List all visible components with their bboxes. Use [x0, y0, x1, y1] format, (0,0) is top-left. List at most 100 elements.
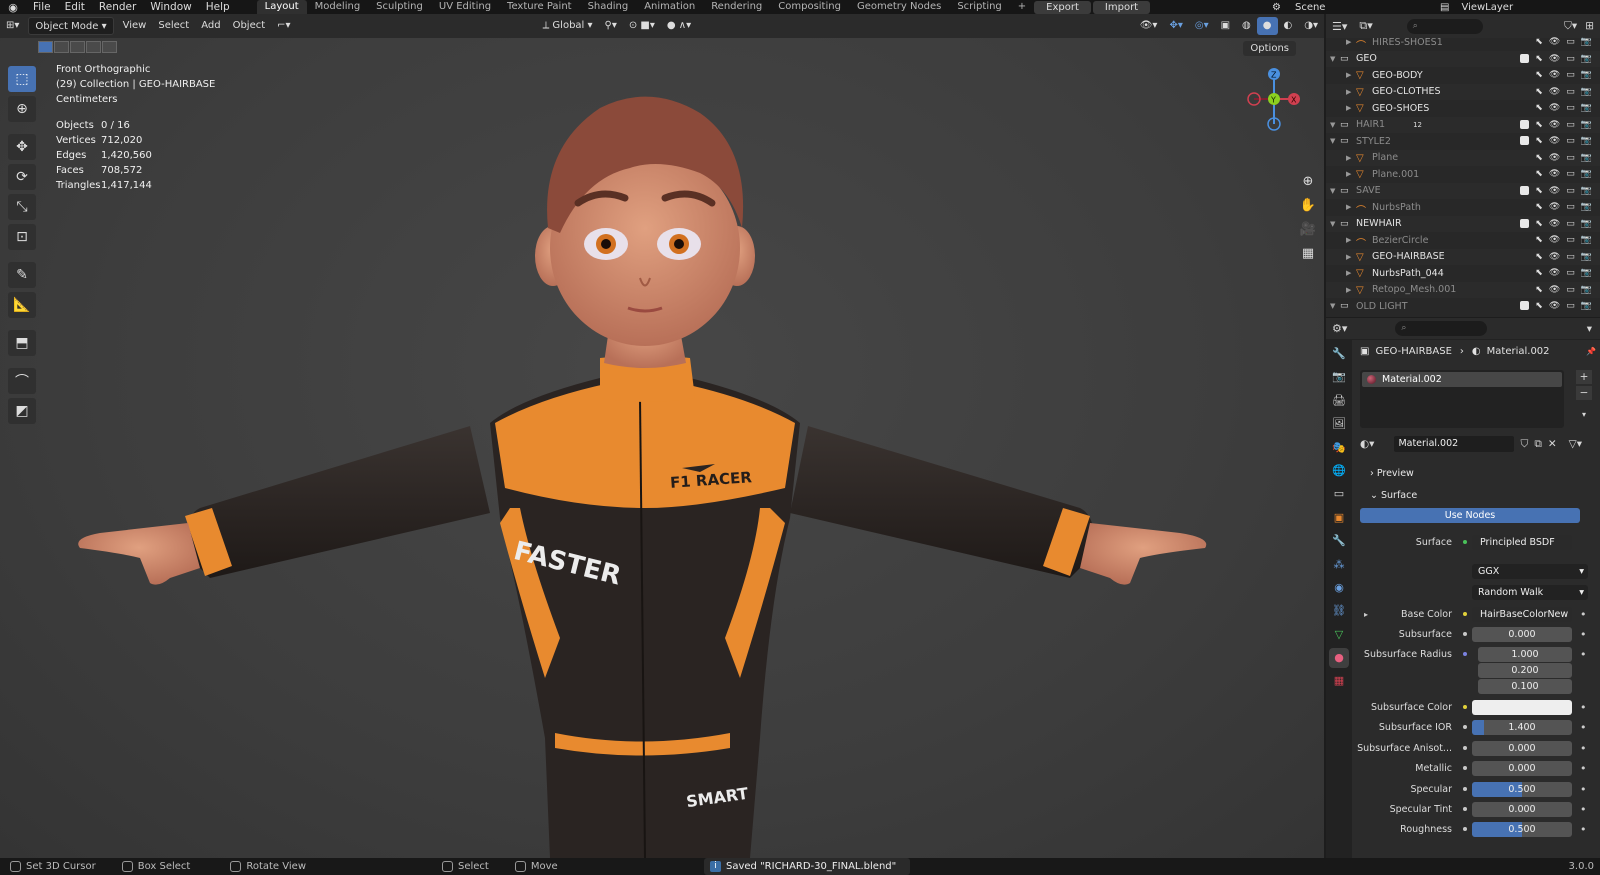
outliner-item-name[interactable]: OLD LIGHT [1356, 301, 1408, 312]
scene-name[interactable]: Scene [1295, 2, 1326, 13]
expand-arrow-icon[interactable]: ▶ [1346, 104, 1356, 112]
viewport-toggle-icon[interactable]: ▭ [1566, 235, 1575, 245]
keyframe-dot-icon[interactable]: • [1580, 608, 1587, 621]
outliner-item-name[interactable]: Retopo_Mesh.001 [1372, 284, 1456, 295]
visibility-eye-icon[interactable]: 👁 [1549, 136, 1560, 146]
select-toggle-icon[interactable]: ⬉ [1535, 202, 1543, 212]
keyframe-dot-icon[interactable]: • [1580, 721, 1587, 734]
slot-menu-icon[interactable]: ▾ [1576, 408, 1592, 422]
outliner-row[interactable]: ▶ ▽ GEO-BODY ⬉ 👁 ▭ 📷 [1326, 67, 1600, 84]
outliner-editor-icon[interactable]: ☰▾ [1332, 20, 1347, 33]
render-camera-icon[interactable]: 📷 [1581, 120, 1592, 130]
viewport-toggle-icon[interactable]: ▭ [1566, 301, 1575, 311]
render-camera-icon[interactable]: 📷 [1581, 235, 1592, 245]
add-workspace-button[interactable]: + [1010, 0, 1034, 14]
keyframe-dot-icon[interactable]: • [1580, 701, 1587, 714]
render-camera-icon[interactable]: 📷 [1581, 70, 1592, 80]
menu-view[interactable]: View [117, 17, 153, 35]
exclude-checkbox[interactable] [1520, 301, 1530, 311]
socket-icon[interactable] [1463, 746, 1467, 750]
xray-icon[interactable]: ▣ [1215, 17, 1236, 35]
editor-type-icon[interactable]: ⊞▾ [0, 17, 25, 35]
physics-tab-icon[interactable]: ◉ [1329, 578, 1349, 598]
render-camera-icon[interactable]: 📷 [1581, 285, 1592, 295]
material-tab-icon[interactable]: ● [1329, 648, 1349, 669]
camera-view-icon[interactable]: 🎥 [1298, 220, 1318, 240]
viewport-toggle-icon[interactable]: ▭ [1566, 202, 1575, 212]
socket-icon[interactable] [1463, 725, 1467, 729]
particles-tab-icon[interactable]: ⁂ [1329, 555, 1349, 575]
distribution-dropdown[interactable]: GGX ▾ [1472, 563, 1588, 579]
tool-tab-icon[interactable]: 🔧 [1329, 344, 1349, 364]
shading-solid-icon[interactable]: ● [1256, 17, 1278, 35]
exclude-checkbox[interactable] [1520, 119, 1530, 129]
select-toggle-icon[interactable]: ⬉ [1535, 186, 1543, 196]
visibility-eye-icon[interactable]: 👁 [1549, 70, 1560, 80]
expand-arrow-icon[interactable]: ▶ [1346, 88, 1356, 96]
socket-icon[interactable] [1463, 766, 1467, 770]
output-tab-icon[interactable]: 🖨 [1329, 391, 1349, 411]
outliner-item-name[interactable]: HAIR1 [1356, 119, 1385, 130]
collection-tab-icon[interactable]: ▭ [1329, 484, 1349, 504]
outliner-item-name[interactable]: GEO-BODY [1372, 70, 1423, 81]
select-toggle-icon[interactable]: ⬉ [1535, 252, 1543, 262]
render-camera-icon[interactable]: 📷 [1581, 103, 1592, 113]
rotate-tool-icon[interactable]: ⟳ [8, 164, 36, 190]
pin-icon[interactable]: 📌 [1586, 347, 1596, 356]
menu-select[interactable]: Select [152, 17, 195, 35]
menu-help[interactable]: Help [199, 0, 237, 14]
measure-tool-icon[interactable]: 📐 [8, 292, 36, 318]
snapping-icon[interactable]: ⊙ ■▾ [623, 17, 661, 35]
knife-tool-icon[interactable]: ◩ [8, 398, 36, 424]
select-toggle-icon[interactable]: ⬉ [1535, 103, 1543, 113]
texture-tab-icon[interactable]: ▦ [1329, 671, 1349, 691]
exclude-checkbox[interactable] [1520, 53, 1530, 63]
expand-arrow-icon[interactable]: ▶ [1346, 38, 1356, 46]
data-tab-icon[interactable]: ▽ [1329, 625, 1349, 645]
expand-arrow-icon[interactable]: ▶ [1346, 286, 1356, 294]
link-type-icon[interactable]: ▽▾ [1569, 438, 1582, 450]
material-slot[interactable]: Material.002 [1362, 372, 1562, 387]
menu-edit[interactable]: Edit [58, 0, 92, 14]
slot-remove-icon[interactable]: − [1576, 386, 1592, 400]
menu-render[interactable]: Render [92, 0, 143, 14]
duplicate-material-icon[interactable]: ⧉ [1534, 438, 1542, 451]
keyframe-dot-icon[interactable]: • [1580, 823, 1587, 836]
outliner-row[interactable]: ▼ ▭ SAVE ⬉ 👁 ▭ 📷 [1326, 182, 1600, 199]
select-toggle-icon[interactable]: ⬉ [1535, 87, 1543, 97]
outliner-item-name[interactable]: NurbsPath_044 [1372, 268, 1444, 279]
viewport-toggle-icon[interactable]: ▭ [1566, 120, 1575, 130]
surface-panel[interactable]: ⌄ Surface [1360, 487, 1590, 505]
outliner-item-name[interactable]: NurbsPath [1372, 202, 1421, 213]
menu-file[interactable]: File [26, 0, 58, 14]
visibility-eye-icon[interactable]: 👁 [1549, 301, 1560, 311]
properties-options-icon[interactable]: ▾ [1587, 323, 1592, 335]
shading-material-icon[interactable]: ◐ [1278, 17, 1299, 35]
use-nodes-button[interactable]: Use Nodes [1360, 508, 1580, 523]
properties-search-input[interactable]: ⌕ [1395, 321, 1488, 336]
outliner-item-name[interactable]: STYLE2 [1356, 136, 1391, 147]
visibility-eye-icon[interactable]: 👁 [1549, 252, 1560, 262]
viewport-toggle-icon[interactable]: ▭ [1566, 136, 1575, 146]
select-toggle-icon[interactable]: ⬉ [1535, 70, 1543, 80]
navigation-gizmo[interactable]: X Z Y [1244, 66, 1324, 146]
render-camera-icon[interactable]: 📷 [1581, 153, 1592, 163]
viewport-toggle-icon[interactable]: ▭ [1566, 219, 1575, 229]
keyframe-dot-icon[interactable]: • [1580, 762, 1587, 775]
tab-shading[interactable]: Shading [580, 0, 637, 14]
constraints-tab-icon[interactable]: ⛓ [1329, 601, 1349, 621]
3d-viewport[interactable]: Options F1 RACER FASTER SMART Front Orth… [0, 38, 1324, 858]
zoom-icon[interactable]: ⊕ [1298, 172, 1318, 192]
expand-arrow-icon[interactable]: ▶ [1346, 71, 1356, 79]
render-camera-icon[interactable]: 📷 [1581, 87, 1592, 97]
visibility-eye-icon[interactable]: 👁 [1549, 235, 1560, 245]
tab-modeling[interactable]: Modeling [307, 0, 369, 14]
keyframe-dot-icon[interactable]: • [1580, 742, 1587, 755]
collapse-arrow-icon[interactable]: ▼ [1330, 187, 1340, 195]
collapse-arrow-icon[interactable]: ▼ [1330, 137, 1340, 145]
collapse-arrow-icon[interactable]: ▼ [1330, 220, 1340, 228]
annotate-tool-icon[interactable]: ✎ [8, 262, 36, 288]
menu-add[interactable]: Add [195, 17, 226, 35]
outliner-row[interactable]: ▶ ⌒ BezierCircle ⬉ 👁 ▭ 📷 [1326, 232, 1600, 251]
view-layer-name[interactable]: ViewLayer [1461, 2, 1513, 13]
